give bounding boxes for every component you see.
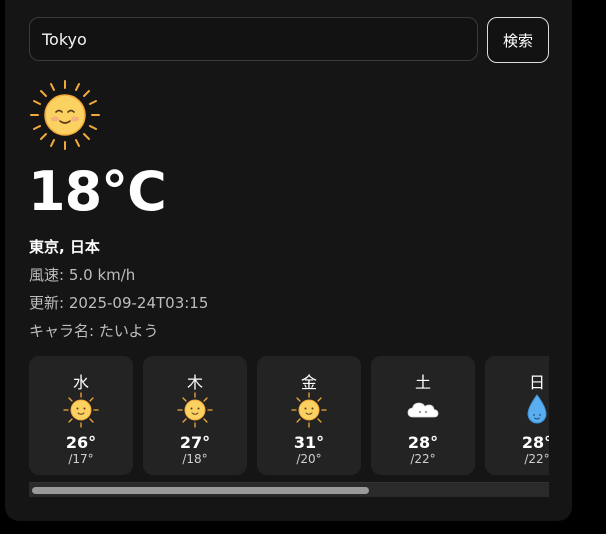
sun-icon (291, 392, 327, 428)
day-label: 日 (528, 373, 545, 392)
forecast-day-card: 木 27° /18° (143, 356, 247, 475)
scrollbar-thumb[interactable] (32, 487, 369, 494)
forecast-day-card: 金 31° /20° (257, 356, 361, 475)
max-temperature: 31° (293, 433, 325, 452)
current-temperature: 18°C (28, 160, 167, 223)
forecast-list: 水 26° /17° 木 27° /18° 金 31° /20° 土 28° /… (29, 356, 549, 476)
forecast-scroll-area[interactable]: 水 26° /17° 木 27° /18° 金 31° /20° 土 28° /… (29, 356, 549, 497)
max-temperature: 26° (65, 433, 97, 452)
sun-icon (177, 392, 213, 428)
min-temperature: /20° (296, 452, 322, 466)
raindrop-icon (527, 394, 547, 424)
max-temperature: 28° (521, 433, 549, 452)
forecast-day-card: 土 28° /22° (371, 356, 475, 475)
day-label: 土 (414, 373, 431, 392)
location-label: 東京, 日本 (29, 238, 100, 256)
max-temperature: 27° (179, 433, 211, 452)
search-bar: 検索 (29, 17, 549, 63)
city-search-input[interactable] (29, 17, 478, 61)
min-temperature: /18° (182, 452, 208, 466)
updated-time: 更新: 2025-09-24T03:15 (29, 294, 209, 312)
search-button[interactable]: 検索 (487, 17, 549, 63)
sun-character-icon (30, 80, 100, 150)
wind-speed: 風速: 5.0 km/h (29, 266, 136, 284)
sun-icon (63, 392, 99, 428)
min-temperature: /17° (68, 452, 94, 466)
cloud-icon (407, 402, 439, 418)
min-temperature: /22° (524, 452, 549, 466)
max-temperature: 28° (407, 433, 439, 452)
day-label: 水 (72, 373, 89, 392)
forecast-day-card: 日 28° /22° (485, 356, 549, 475)
character-name: キャラ名: たいよう (29, 322, 159, 340)
day-label: 木 (186, 373, 203, 392)
horizontal-scrollbar[interactable] (29, 482, 549, 497)
min-temperature: /22° (410, 452, 436, 466)
day-label: 金 (300, 373, 317, 392)
forecast-day-card: 水 26° /17° (29, 356, 133, 475)
